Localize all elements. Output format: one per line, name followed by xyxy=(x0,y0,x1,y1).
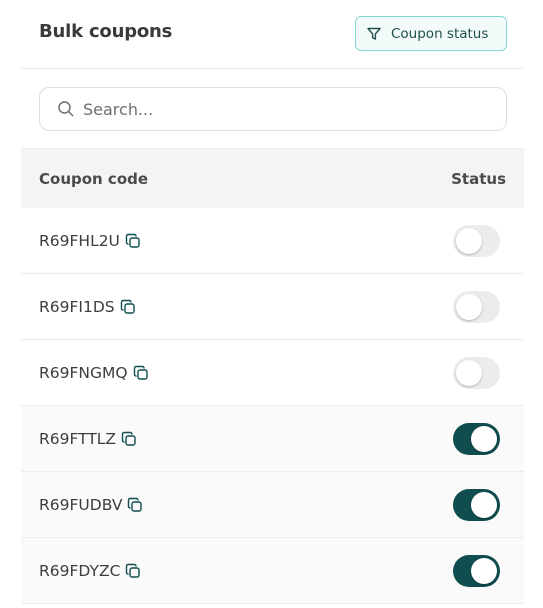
panel-header: Bulk coupons Coupon status xyxy=(21,0,524,69)
toggle-knob xyxy=(456,228,482,254)
copy-icon[interactable] xyxy=(126,496,144,514)
toggle-knob xyxy=(471,426,497,452)
coupon-table-body: R69FHL2U R69FI1DS R69FNGMQ R69FTTLZ R69F… xyxy=(21,208,524,604)
search-icon xyxy=(57,100,75,118)
toggle-knob xyxy=(471,558,497,584)
status-toggle[interactable] xyxy=(453,357,500,389)
coupon-code-cell: R69FHL2U xyxy=(39,208,142,274)
column-header-status: Status xyxy=(451,170,506,188)
table-row: R69FI1DS xyxy=(21,274,524,340)
coupon-code: R69FDYZC xyxy=(39,562,121,580)
coupon-code-cell: R69FNGMQ xyxy=(39,340,150,406)
coupon-code: R69FTTLZ xyxy=(39,430,117,448)
coupon-code: R69FNGMQ xyxy=(39,364,128,382)
filter-icon xyxy=(365,25,383,43)
table-row: R69FDYZC xyxy=(21,538,524,604)
copy-icon[interactable] xyxy=(119,298,137,316)
coupon-code: R69FUDBV xyxy=(39,496,123,514)
status-toggle[interactable] xyxy=(453,291,500,323)
table-row: R69FUDBV xyxy=(21,472,524,538)
column-header-coupon-code: Coupon code xyxy=(39,170,149,188)
table-row: R69FHL2U xyxy=(21,208,524,274)
toggle-knob xyxy=(456,294,482,320)
table-row: R69FTTLZ xyxy=(21,406,524,472)
status-toggle[interactable] xyxy=(453,423,500,455)
coupon-code-cell: R69FI1DS xyxy=(39,274,137,340)
coupon-status-filter-button[interactable]: Coupon status xyxy=(355,16,507,51)
coupon-code-cell: R69FUDBV xyxy=(39,472,144,538)
coupon-code: R69FI1DS xyxy=(39,298,115,316)
copy-icon[interactable] xyxy=(124,232,142,250)
status-toggle[interactable] xyxy=(453,489,500,521)
copy-icon[interactable] xyxy=(132,364,150,382)
bulk-coupons-panel: Bulk coupons Coupon status Coupon code S… xyxy=(21,0,524,608)
search-box xyxy=(39,87,507,131)
coupon-code-cell: R69FTTLZ xyxy=(39,406,138,472)
filter-button-label: Coupon status xyxy=(391,25,489,42)
table-header: Coupon code Status xyxy=(21,148,524,208)
copy-icon[interactable] xyxy=(120,430,138,448)
status-toggle[interactable] xyxy=(453,555,500,587)
coupon-code-cell: R69FDYZC xyxy=(39,538,142,604)
table-row: R69FNGMQ xyxy=(21,340,524,406)
status-toggle[interactable] xyxy=(453,225,500,257)
toggle-knob xyxy=(456,360,482,386)
coupon-code: R69FHL2U xyxy=(39,232,120,250)
search-input[interactable] xyxy=(83,99,463,119)
page-title: Bulk coupons xyxy=(39,21,173,42)
toggle-knob xyxy=(471,492,497,518)
copy-icon[interactable] xyxy=(124,562,142,580)
